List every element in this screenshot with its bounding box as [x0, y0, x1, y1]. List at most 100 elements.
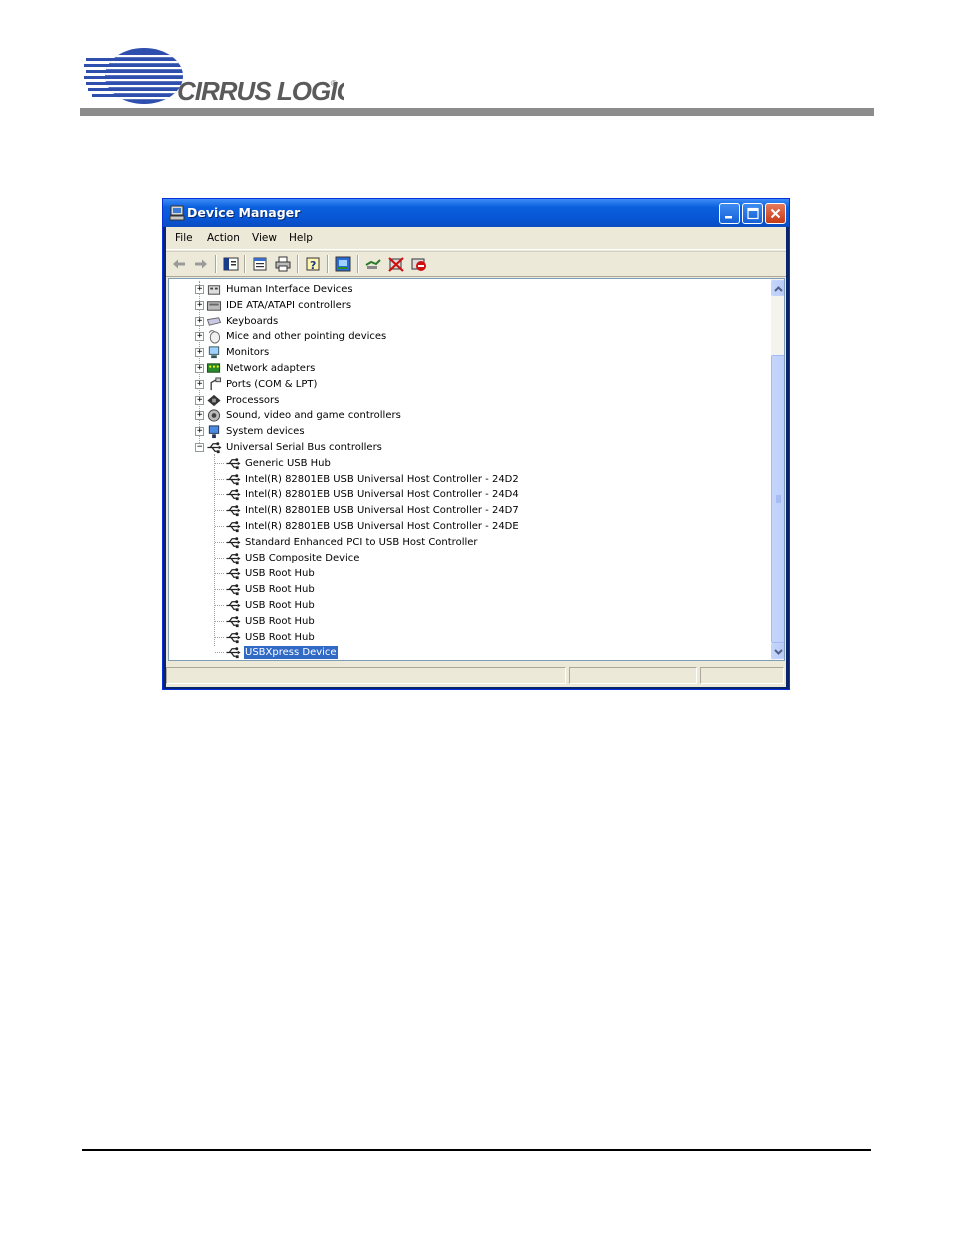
expand-icon[interactable]: + — [195, 363, 204, 373]
registered-mark: ® — [331, 79, 337, 88]
scroll-up-button[interactable] — [771, 280, 784, 296]
toolbar-separator — [215, 255, 217, 273]
toolbar-separator — [357, 255, 359, 273]
tree-item-label: USB Root Hub — [245, 600, 315, 611]
tree-category-row[interactable]: + Processors — [169, 393, 759, 408]
hid-icon — [207, 285, 221, 295]
tree-item-row[interactable]: Intel(R) 82801EB USB Universal Host Cont… — [169, 472, 759, 487]
properties-icon[interactable] — [252, 256, 268, 272]
tree-item-row-selected[interactable]: USBXpress Device — [169, 645, 759, 660]
tree-item-row[interactable]: USB Composite Device — [169, 551, 759, 566]
status-cell-2 — [569, 667, 697, 684]
update-driver-icon[interactable] — [365, 256, 381, 272]
tree-item-label: USB Root Hub — [245, 615, 315, 627]
tree-item-row[interactable]: USB Root Hub — [169, 582, 759, 597]
tree-category-row[interactable]: + Keyboards — [169, 314, 759, 329]
status-cell-3 — [700, 667, 784, 684]
title-bar[interactable]: Device Manager — [163, 199, 789, 227]
forward-arrow-icon[interactable] — [193, 256, 209, 272]
collapse-icon[interactable]: − — [195, 442, 204, 452]
show-hide-console-tree-icon[interactable] — [223, 256, 239, 272]
usb-icon — [226, 521, 241, 533]
tree-category-row[interactable]: + Network adapters — [169, 361, 759, 376]
minimize-button[interactable] — [719, 203, 740, 224]
tree-item-row[interactable]: Intel(R) 82801EB USB Universal Host Cont… — [169, 487, 759, 502]
maximize-icon — [747, 207, 759, 220]
close-icon — [770, 208, 781, 219]
usb-icon — [226, 489, 241, 501]
tree-item-row[interactable]: Intel(R) 82801EB USB Universal Host Cont… — [169, 503, 759, 518]
system-device-icon — [208, 425, 220, 439]
usb-icon — [226, 616, 241, 627]
tree-item-label: Intel(R) 82801EB USB Universal Host Cont… — [245, 505, 519, 517]
expand-icon[interactable]: + — [195, 300, 204, 310]
tree-branch-line — [215, 605, 224, 606]
usb-icon — [226, 631, 241, 643]
help-icon[interactable]: ? — [305, 256, 321, 272]
expand-icon[interactable]: + — [195, 284, 204, 294]
svg-text:?: ? — [310, 259, 316, 272]
maximize-button[interactable] — [742, 203, 763, 224]
scroll-thumb[interactable] — [771, 355, 784, 643]
tree-branch-line — [215, 636, 224, 638]
toolbar: ? — [166, 251, 786, 277]
menu-view[interactable]: View — [252, 232, 277, 244]
usb-icon — [226, 584, 241, 596]
tree-item-label: USBXpress Device — [244, 646, 338, 660]
tree-category-label: Ports (COM & LPT) — [226, 378, 318, 390]
tree-item-label: USB Root Hub — [245, 584, 315, 596]
print-icon[interactable] — [275, 256, 291, 272]
tree-category-row[interactable]: + Monitors — [169, 345, 759, 360]
window-client-area: File Action View Help ? + Human Interface… — [166, 227, 786, 687]
expand-icon[interactable]: + — [195, 331, 204, 342]
tree-item-row[interactable]: USB Root Hub — [169, 566, 759, 581]
tree-category-row[interactable]: + IDE ATA/ATAPI controllers — [169, 298, 759, 313]
tree-category-row[interactable]: + System devices — [169, 424, 759, 439]
close-button[interactable] — [765, 203, 786, 224]
scroll-down-button[interactable] — [771, 643, 784, 659]
tree-branch-line — [215, 620, 224, 622]
disable-icon[interactable] — [411, 256, 427, 272]
tree-item-row[interactable]: USB Root Hub — [169, 598, 759, 613]
footer-rule — [82, 1149, 871, 1151]
tree-category-row[interactable]: + Mice and other pointing devices — [169, 329, 759, 344]
tree-item-row[interactable]: USB Root Hub — [169, 614, 759, 629]
tree-category-row[interactable]: + Sound, video and game controllers — [169, 408, 759, 423]
keyboard-icon — [206, 316, 222, 326]
tree-category-row[interactable]: + Human Interface Devices — [169, 282, 759, 297]
expand-icon[interactable]: + — [195, 426, 204, 437]
expand-icon[interactable]: + — [195, 395, 204, 405]
grip-icon — [776, 495, 781, 503]
usb-icon — [226, 568, 241, 580]
tree-item-label: Standard Enhanced PCI to USB Host Contro… — [245, 536, 478, 548]
usb-icon — [226, 473, 241, 485]
menu-action[interactable]: Action — [207, 232, 240, 244]
expand-icon[interactable]: + — [195, 379, 204, 389]
tree-item-label: Intel(R) 82801EB USB Universal Host Cont… — [245, 521, 519, 532]
chevron-down-icon — [774, 649, 783, 655]
tree-category-label: System devices — [226, 426, 305, 438]
tree-item-row[interactable]: Intel(R) 82801EB USB Universal Host Cont… — [169, 519, 759, 534]
scan-hardware-icon[interactable] — [335, 256, 351, 272]
uninstall-icon[interactable] — [388, 256, 404, 272]
expand-icon[interactable]: + — [195, 347, 204, 358]
tree-item-row[interactable]: Generic USB Hub — [169, 456, 759, 471]
tree-item-row[interactable]: Standard Enhanced PCI to USB Host Contro… — [169, 535, 759, 550]
menu-help[interactable]: Help — [289, 232, 313, 244]
expand-icon[interactable]: + — [195, 316, 204, 326]
vertical-scrollbar[interactable] — [771, 279, 784, 660]
tree-branch-line — [215, 510, 224, 512]
expand-icon[interactable]: + — [195, 410, 204, 421]
port-icon — [210, 377, 222, 390]
menu-file[interactable]: File — [175, 232, 193, 244]
tree-category-row[interactable]: − Universal Serial Bus controllers — [169, 440, 759, 455]
logo-text: CIRRUS LOGIC — [177, 76, 344, 106]
tree-category-label: Keyboards — [226, 315, 279, 327]
tree-category-label: Mice and other pointing devices — [226, 331, 387, 343]
tree-category-label: Monitors — [226, 347, 270, 359]
mouse-icon — [208, 330, 221, 344]
toolbar-separator — [327, 255, 329, 273]
back-arrow-icon[interactable] — [171, 256, 187, 272]
tree-category-row[interactable]: + Ports (COM & LPT) — [169, 377, 759, 392]
tree-item-row[interactable]: USB Root Hub — [169, 630, 759, 645]
